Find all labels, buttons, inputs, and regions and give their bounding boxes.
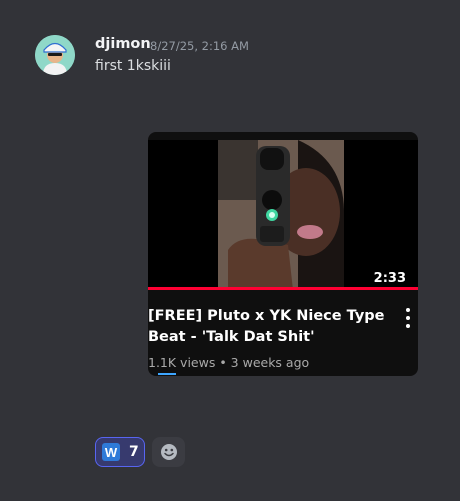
add-reaction-button[interactable] — [152, 437, 185, 467]
message-timestamp: 8/27/25, 2:16 AM — [150, 39, 249, 53]
reaction-count: 7 — [129, 444, 139, 460]
video-thumbnail[interactable]: 2:33 — [148, 140, 418, 290]
w-emoji-icon: W — [102, 443, 120, 461]
meta-underline — [158, 373, 176, 375]
reaction-w[interactable]: W 7 — [95, 437, 145, 467]
avatar[interactable] — [35, 35, 75, 75]
more-vertical-icon[interactable] — [404, 308, 412, 328]
smile-add-icon — [160, 444, 177, 460]
message-author[interactable]: djimon — [95, 36, 151, 52]
video-duration: 2:33 — [373, 271, 406, 286]
video-title[interactable]: [FREE] Pluto x YK Niece Type Beat - 'Tal… — [148, 306, 388, 348]
youtube-embed[interactable]: 2:33 [FREE] Pluto x YK Niece Type Beat -… — [148, 132, 418, 376]
message-text: first 1kskiii — [95, 58, 171, 74]
video-meta: 1.1K views • 3 weeks ago — [148, 355, 310, 370]
avatar-image — [35, 35, 75, 75]
watch-progress-bar — [148, 287, 418, 290]
